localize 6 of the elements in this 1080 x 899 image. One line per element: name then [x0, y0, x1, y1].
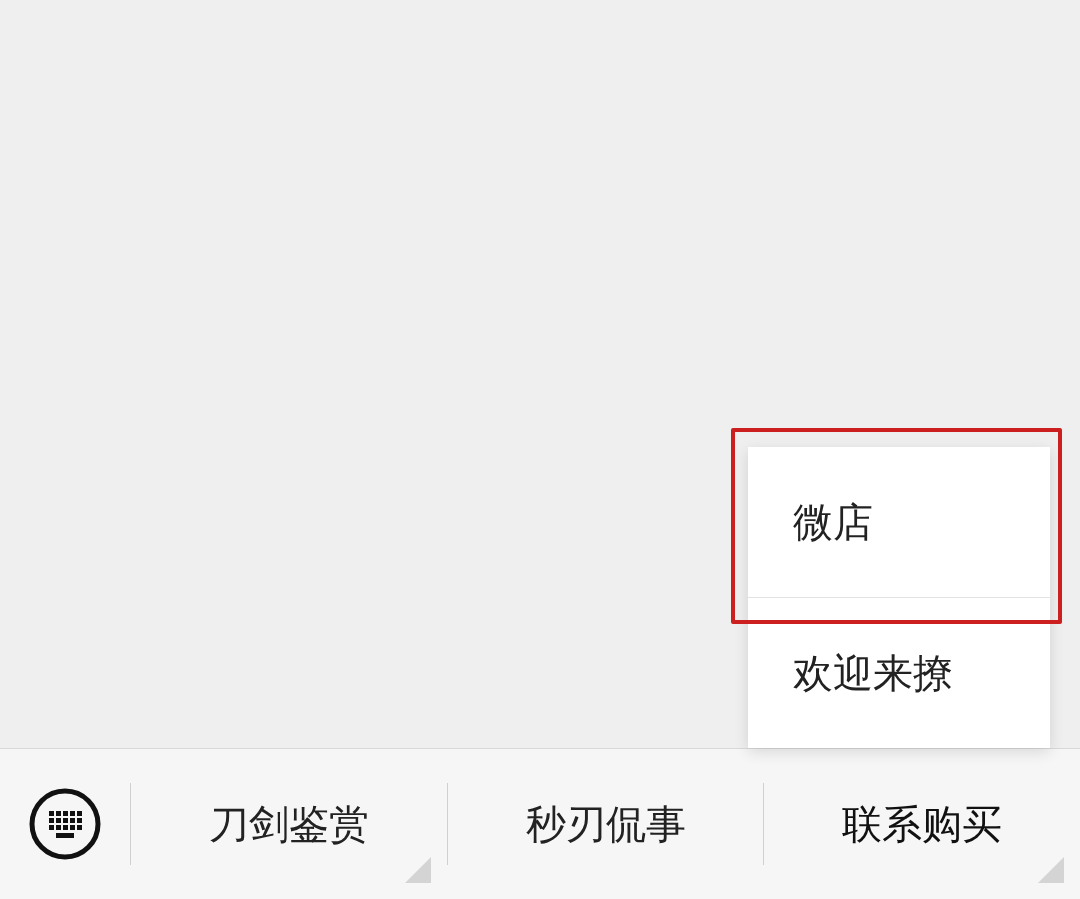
submenu-item[interactable]: 欢迎来撩	[748, 598, 1050, 748]
menu-item[interactable]: 刀剑鉴赏	[131, 749, 447, 899]
submenu-item[interactable]: 微店	[748, 447, 1050, 597]
menu-item[interactable]: 秒刃侃事	[447, 749, 764, 899]
keyboard-icon	[28, 787, 102, 861]
menu-item[interactable]: 联系购买	[764, 749, 1080, 899]
